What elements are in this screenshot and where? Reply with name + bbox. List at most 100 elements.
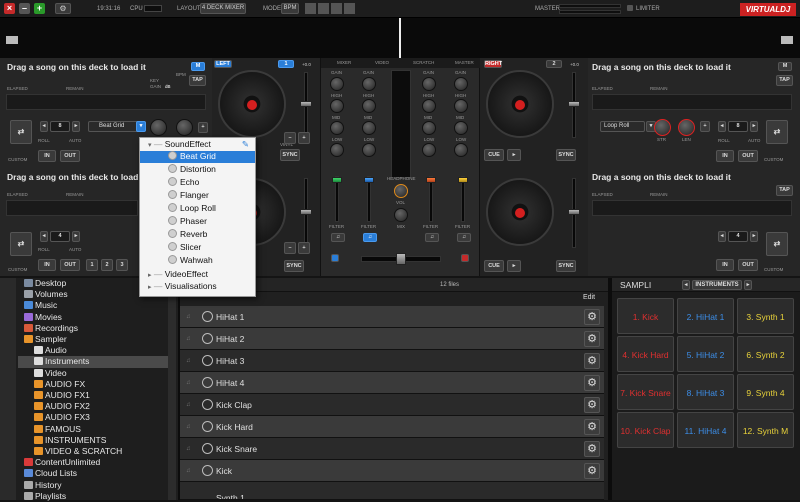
deck-1-pitch-minus[interactable]: – bbox=[284, 242, 296, 254]
file-row[interactable]: ♫ HiHat 1 ⚙ bbox=[180, 306, 604, 328]
ch4-low-knob[interactable] bbox=[454, 143, 468, 157]
deck-2-jogwheel[interactable] bbox=[486, 178, 554, 246]
deck-3-loop-double[interactable]: ▸ bbox=[72, 121, 80, 132]
ch1-gain-knob[interactable] bbox=[362, 77, 376, 91]
menu-group-soundeffect[interactable]: ▾ — SoundEffect ✎ bbox=[140, 139, 255, 151]
ch1-mid-knob[interactable] bbox=[362, 121, 376, 135]
sampler-pad[interactable]: 9. Synth 4 bbox=[737, 374, 794, 410]
tree-item-playlists[interactable]: Playlists bbox=[24, 491, 66, 502]
row-gear-icon[interactable]: ⚙ bbox=[584, 353, 600, 369]
deck-1-loop-in-button[interactable]: IN bbox=[38, 259, 56, 271]
deck-1-hotcue-3[interactable]: 3 bbox=[116, 259, 128, 271]
ch4-volume-fader[interactable] bbox=[458, 176, 468, 222]
deck-1-mini-waveform[interactable] bbox=[6, 200, 138, 216]
ch4-volume-handle[interactable] bbox=[458, 177, 468, 183]
row-play-icon[interactable]: ♫ bbox=[186, 438, 191, 460]
deck-4-sync-button[interactable]: SYNC bbox=[556, 149, 576, 161]
tree-item-video-scratch[interactable]: VIDEO & SCRATCH bbox=[34, 446, 122, 457]
ch3-low-knob[interactable] bbox=[330, 143, 344, 157]
row-gear-icon[interactable]: ⚙ bbox=[584, 463, 600, 479]
deck-4-tap-button[interactable]: TAP bbox=[776, 75, 793, 86]
deck-3-jogwheel[interactable] bbox=[218, 70, 286, 138]
row-gear-icon[interactable]: ⚙ bbox=[584, 441, 600, 457]
file-row[interactable]: ♫ Kick Hard ⚙ bbox=[180, 416, 604, 438]
deck-4-pitch-slider[interactable] bbox=[568, 72, 580, 138]
tab-master[interactable]: MASTER bbox=[455, 60, 474, 66]
file-row[interactable]: ♫ HiHat 4 ⚙ bbox=[180, 372, 604, 394]
tree-item-recordings[interactable]: Recordings bbox=[24, 323, 78, 334]
ch3-volume-fader[interactable] bbox=[332, 176, 342, 222]
ch3-gain-knob[interactable] bbox=[330, 77, 344, 91]
row-play-icon[interactable]: ♫ bbox=[186, 328, 191, 350]
sampler-pad[interactable]: 11. HiHat 4 bbox=[677, 412, 734, 448]
tab-video[interactable]: VIDEO bbox=[375, 60, 389, 66]
deck-3-pitch-plus[interactable]: + bbox=[298, 132, 310, 144]
deck-3-mini-waveform[interactable] bbox=[6, 94, 206, 110]
sampler-pad[interactable]: 4. Kick Hard bbox=[617, 336, 674, 372]
deck-4-mini-waveform[interactable] bbox=[592, 94, 792, 110]
ch1-low-knob[interactable] bbox=[362, 143, 376, 157]
deck-2-loop-double[interactable]: ▸ bbox=[750, 231, 758, 242]
menu-group-videoeffect[interactable]: ▸ — VideoEffect bbox=[140, 269, 255, 281]
sampler-pad[interactable]: 8. HiHat 3 bbox=[677, 374, 734, 410]
crossfader-assign-left[interactable] bbox=[331, 254, 339, 262]
tree-item-audio-fx3[interactable]: AUDIO FX3 bbox=[34, 412, 90, 423]
row-play-icon[interactable]: ♫ bbox=[186, 350, 191, 372]
deck-2-loop-in-button[interactable]: IN bbox=[716, 259, 734, 271]
tree-item-sampler[interactable]: Sampler bbox=[24, 334, 67, 345]
deck-3-effect-knob-2[interactable] bbox=[176, 119, 193, 136]
crossfader-handle[interactable] bbox=[396, 253, 406, 265]
menu-item-loop-roll[interactable]: Loop Roll bbox=[140, 203, 255, 215]
row-play-icon[interactable]: ♫ bbox=[186, 460, 191, 482]
deck-2-custom-pad[interactable]: ⇄ bbox=[766, 232, 788, 256]
tab-scratch[interactable]: SCRATCH bbox=[413, 60, 434, 66]
sampler-pad[interactable]: 5. HiHat 2 bbox=[677, 336, 734, 372]
deck-1-custom-pad[interactable]: ⇄ bbox=[10, 232, 32, 256]
tree-item-audio[interactable]: Audio bbox=[34, 345, 67, 356]
deck-1-pitch-plus[interactable]: + bbox=[298, 242, 310, 254]
tree-item-movies[interactable]: Movies bbox=[24, 312, 62, 323]
menu-item-distortion[interactable]: Distortion bbox=[140, 164, 255, 176]
close-icon[interactable]: × bbox=[4, 3, 15, 14]
deck-2-sync-button[interactable]: SYNC bbox=[556, 260, 576, 272]
menu-item-slicer[interactable]: Slicer bbox=[140, 242, 255, 254]
row-gear-icon[interactable]: ⚙ bbox=[584, 375, 600, 391]
deck-3-effect-dropdown-icon[interactable]: ▾ bbox=[136, 121, 146, 132]
deck-3-custom-pad[interactable]: ⇄ bbox=[10, 120, 32, 144]
deck-3-loop-length[interactable]: 8 bbox=[50, 121, 70, 132]
file-row[interactable]: Synth 1 bbox=[180, 482, 604, 500]
file-row[interactable]: ♫ Kick Snare ⚙ bbox=[180, 438, 604, 460]
deck-4-jogwheel[interactable] bbox=[486, 70, 554, 138]
deck-2-tap-button[interactable]: TAP bbox=[776, 185, 793, 196]
ch1-high-knob[interactable] bbox=[362, 99, 376, 113]
deck-3-pitch-slider[interactable] bbox=[300, 72, 312, 138]
ch2-low-knob[interactable] bbox=[422, 143, 436, 157]
deck-1-loop-double[interactable]: ▸ bbox=[72, 231, 80, 242]
maximize-icon[interactable]: + bbox=[34, 3, 45, 14]
menu-item-echo[interactable]: Echo bbox=[140, 177, 255, 189]
deck-1-hotcue-1[interactable]: 1 bbox=[86, 259, 98, 271]
deck-1-loop-length[interactable]: 4 bbox=[50, 231, 70, 242]
ch3-headphone-cue-icon[interactable]: ♫ bbox=[331, 233, 345, 242]
deck-2-pitch-handle[interactable] bbox=[568, 209, 580, 215]
waveform-display[interactable] bbox=[0, 18, 800, 58]
ch1-volume-fader[interactable] bbox=[364, 176, 374, 222]
ch2-volume-handle[interactable] bbox=[426, 177, 436, 183]
deck-3-pitch-minus[interactable]: – bbox=[284, 132, 296, 144]
sampler-pad[interactable]: 1. Kick bbox=[617, 298, 674, 334]
deck-3-effect-knob[interactable] bbox=[150, 119, 167, 136]
deck-1-hotcue-2[interactable]: 2 bbox=[101, 259, 113, 271]
layout-select[interactable]: 4 DECK MIXER bbox=[200, 3, 246, 14]
row-gear-icon[interactable]: ⚙ bbox=[584, 331, 600, 347]
settings-gear-icon[interactable]: ⚙ bbox=[55, 3, 71, 14]
deck-4-cue-button[interactable]: CUE bbox=[484, 149, 504, 161]
deck-2-loop-length[interactable]: 4 bbox=[728, 231, 748, 242]
waveform-zoom-handle[interactable] bbox=[6, 36, 18, 44]
ch3-volume-handle[interactable] bbox=[332, 177, 342, 183]
ch4-mid-knob[interactable] bbox=[454, 121, 468, 135]
deck-3-pitch-handle[interactable] bbox=[300, 101, 312, 107]
row-play-icon[interactable]: ♫ bbox=[186, 306, 191, 328]
deck-select-2[interactable]: 2 bbox=[546, 60, 562, 68]
deck-3-loop-out-button[interactable]: OUT bbox=[60, 150, 80, 162]
sampler-pad[interactable]: 7. Kick Snare bbox=[617, 374, 674, 410]
